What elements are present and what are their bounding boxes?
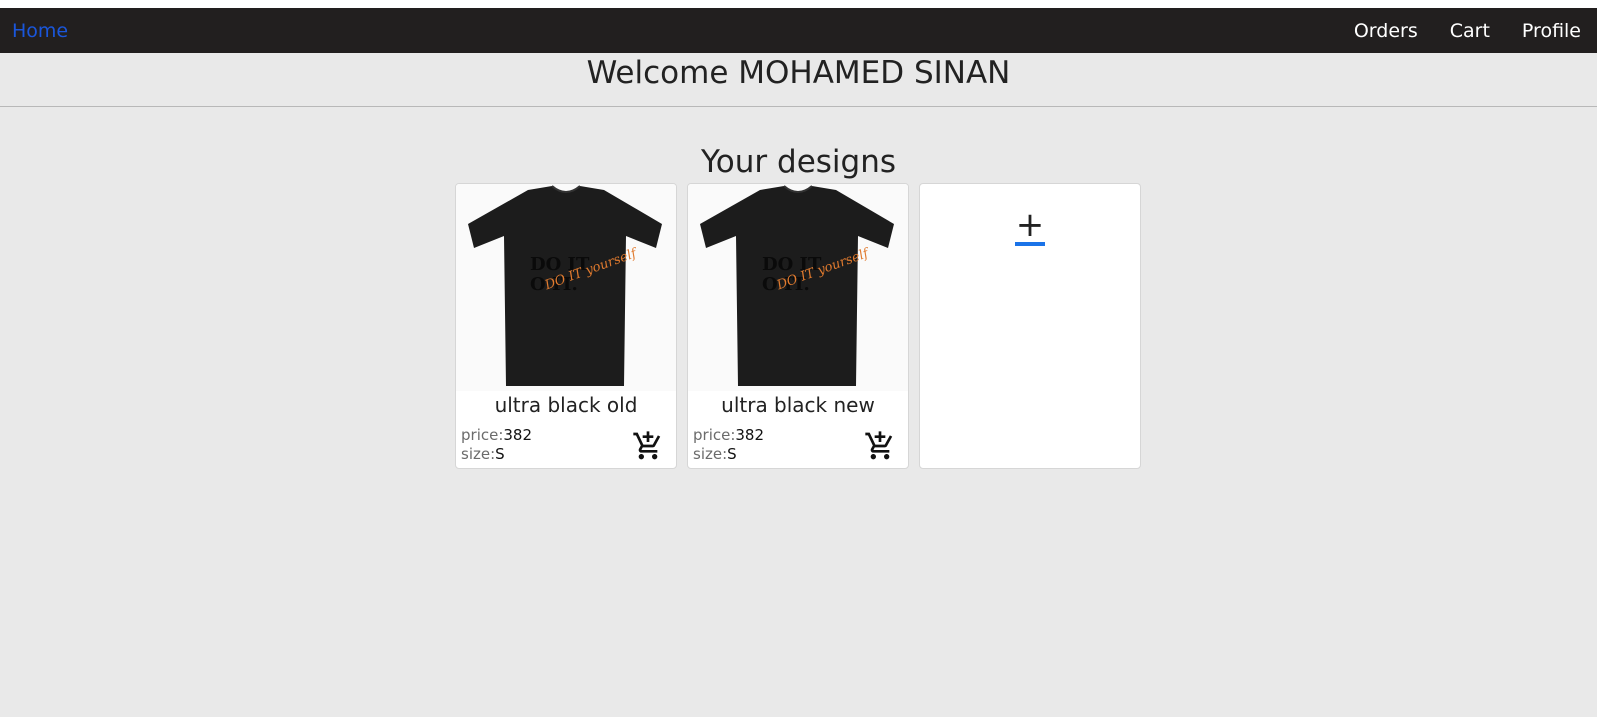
nav-home-link[interactable]: Home [12, 20, 68, 42]
size-value: S [727, 445, 737, 463]
nav-orders-link[interactable]: Orders [1354, 20, 1418, 42]
add-design-card[interactable]: + [919, 183, 1141, 469]
price-value: 382 [503, 426, 533, 444]
design-meta: price:382 size:S [461, 426, 532, 464]
navbar: Home Orders Cart Profile [0, 8, 1597, 53]
price-label: price: [693, 426, 736, 444]
plus-underline [1015, 242, 1045, 246]
design-card[interactable]: DO IT O IT. DO IT yourself ultra black n… [687, 183, 909, 469]
design-meta: price:382 size:S [693, 426, 764, 464]
nav-profile-link[interactable]: Profile [1522, 20, 1581, 42]
tshirt-graphic: DO IT O IT. DO IT yourself [700, 185, 894, 386]
price-label: price: [461, 426, 504, 444]
price-value: 382 [735, 426, 765, 444]
welcome-heading: Welcome MOHAMED SINAN [0, 53, 1597, 107]
designs-grid: DO IT O IT. DO IT yourself ultra black o… [0, 183, 1597, 469]
design-card[interactable]: DO IT O IT. DO IT yourself ultra black o… [455, 183, 677, 469]
nav-cart-link[interactable]: Cart [1450, 20, 1490, 42]
tshirt-graphic: DO IT O IT. DO IT yourself [468, 185, 662, 386]
size-value: S [495, 445, 505, 463]
add-to-cart-icon[interactable] [632, 430, 664, 462]
top-strip [0, 0, 1597, 8]
plus-icon: + [1015, 205, 1045, 245]
tshirt-image: DO IT O IT. DO IT yourself [456, 184, 676, 391]
design-name: ultra black old [494, 393, 638, 417]
section-title: Your designs [700, 144, 897, 180]
add-to-cart-icon[interactable] [864, 430, 896, 462]
nav-right-links: Orders Cart Profile [1354, 20, 1581, 42]
add-design-button[interactable]: + [1015, 208, 1045, 246]
tshirt-image: DO IT O IT. DO IT yourself [688, 184, 908, 391]
size-label: size: [693, 445, 728, 463]
design-name: ultra black new [721, 393, 875, 417]
size-label: size: [461, 445, 496, 463]
